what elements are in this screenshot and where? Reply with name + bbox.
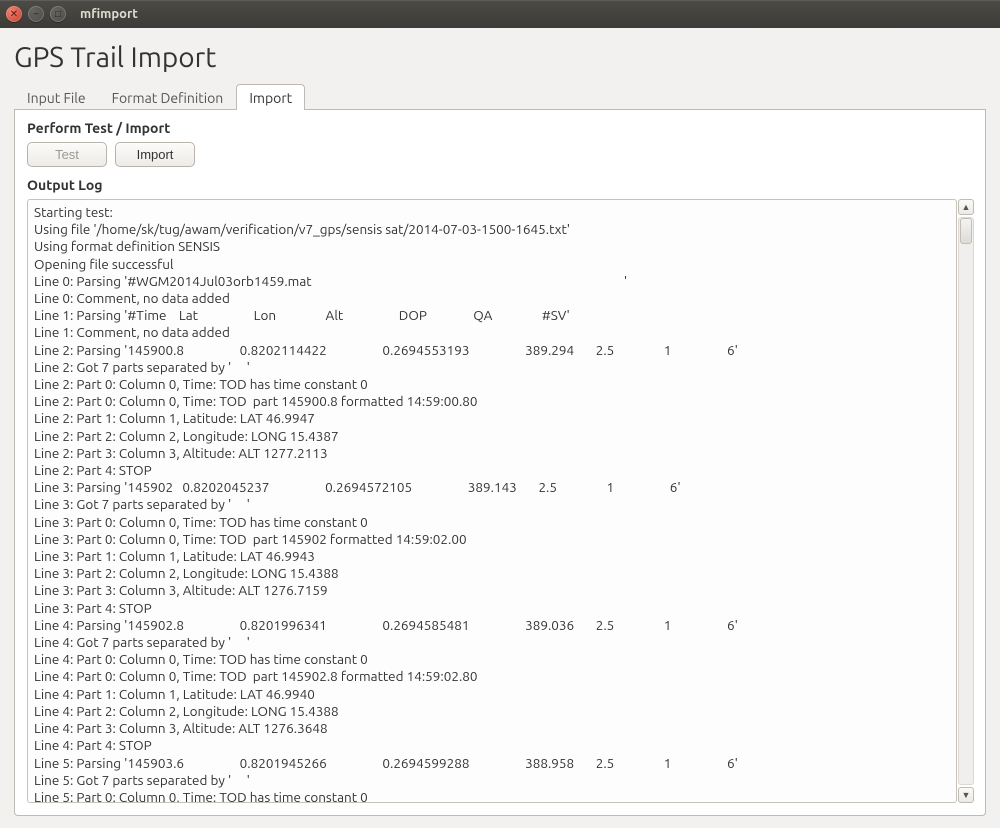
section-heading-perform: Perform Test / Import <box>27 120 973 136</box>
window-title: mfimport <box>80 7 138 21</box>
titlebar[interactable]: ✕ – □ mfimport <box>0 0 1000 28</box>
minimize-icon[interactable]: – <box>28 6 44 22</box>
scroll-up-icon[interactable]: ▲ <box>958 199 974 215</box>
scroll-track[interactable] <box>958 217 974 785</box>
button-row: Test Import <box>27 142 973 167</box>
tab-format-definition[interactable]: Format Definition <box>99 84 237 110</box>
scrollbar-vertical[interactable]: ▲ ▼ <box>959 199 973 803</box>
tab-import[interactable]: Import <box>236 84 305 110</box>
client-area: GPS Trail Import Input File Format Defin… <box>0 28 1000 828</box>
window: ✕ – □ mfimport GPS Trail Import Input Fi… <box>0 0 1000 828</box>
import-button[interactable]: Import <box>115 142 195 167</box>
tab-input-file[interactable]: Input File <box>14 84 99 110</box>
tab-content-import: Perform Test / Import Test Import Output… <box>14 110 986 816</box>
page-title: GPS Trail Import <box>14 42 986 73</box>
test-button[interactable]: Test <box>27 142 107 167</box>
section-heading-output-log: Output Log <box>27 177 973 193</box>
output-log-text[interactable]: Starting test: Using file '/home/sk/tug/… <box>27 199 957 803</box>
scroll-thumb[interactable] <box>960 218 972 244</box>
maximize-icon[interactable]: □ <box>50 6 66 22</box>
output-log-area: Starting test: Using file '/home/sk/tug/… <box>27 199 973 803</box>
tabs-header: Input File Format Definition Import <box>14 83 986 110</box>
scroll-down-icon[interactable]: ▼ <box>958 787 974 803</box>
close-icon[interactable]: ✕ <box>6 6 22 22</box>
